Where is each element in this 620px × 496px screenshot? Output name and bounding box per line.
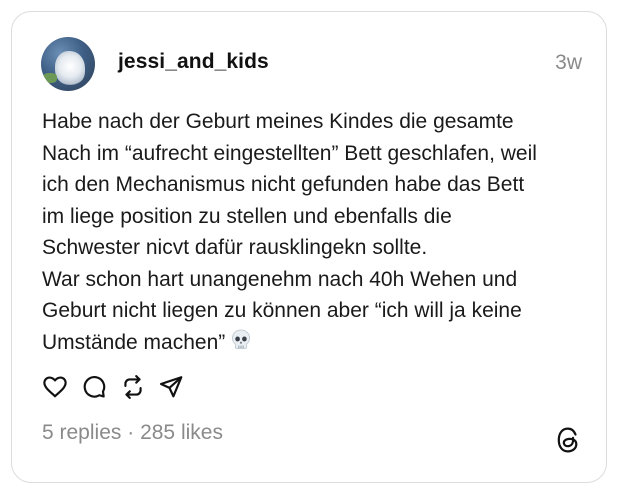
heart-icon[interactable] — [42, 374, 68, 400]
skull-emoji — [229, 328, 253, 362]
post-card: jessi_and_kids 3w Habe nach der Geburt m… — [11, 11, 607, 483]
avatar-image-subject — [55, 51, 85, 85]
post-text-line: Schwester nicvt dafür rausklingekn sollt… — [42, 236, 428, 259]
post-text-line: Umstände machen” — [42, 330, 226, 354]
post-text: Habe nach der Geburt meines Kindes die g… — [42, 106, 587, 361]
post-text-line: ich den Mechanismus nicht gefunden habe … — [42, 173, 525, 196]
avatar-image-detail — [43, 73, 57, 83]
post-text-line: War schon hart unangenehm nach 40h Wehen… — [42, 267, 518, 291]
username[interactable]: jessi_and_kids — [118, 50, 269, 74]
post-text-line: im liege position zu stellen und ebenfal… — [42, 204, 452, 228]
replies-count[interactable]: 5 replies — [42, 421, 121, 444]
send-icon[interactable] — [158, 374, 184, 400]
post-text-line-last: Umstände machen” — [42, 327, 587, 362]
post-stats: 5 replies · 285 likes — [42, 421, 223, 445]
repost-icon[interactable] — [120, 374, 146, 400]
post-text-line: Geburt nicht liegen zu können aber “ich … — [42, 299, 522, 322]
post-text-line: Nach im “aufrecht eingestellten” Bett ge… — [42, 141, 537, 165]
likes-count[interactable]: 285 likes — [140, 421, 223, 444]
avatar[interactable] — [41, 37, 95, 91]
post-text-line: Habe nach der Geburt meines Kindes die g… — [42, 110, 514, 133]
threads-logo-icon[interactable] — [556, 426, 582, 454]
stats-separator: · — [127, 421, 135, 444]
comment-icon[interactable] — [81, 374, 107, 400]
post-time[interactable]: 3w — [555, 51, 582, 75]
